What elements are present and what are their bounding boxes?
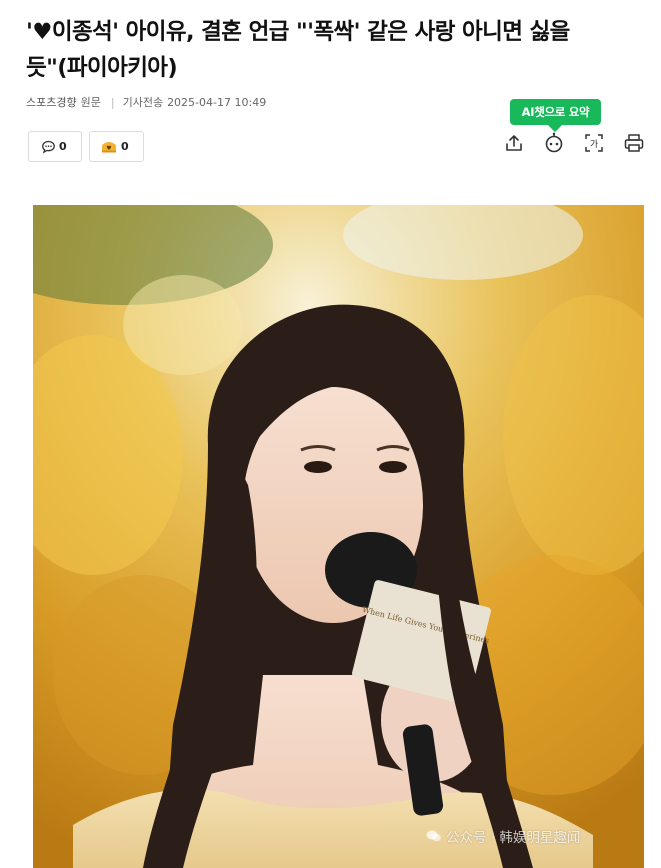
headline-line-1: '♥이종석' 아이유, 결혼 언급 "'폭싹' 같은 사랑 아니면 싫을 xyxy=(26,19,570,45)
reaction-count-button[interactable]: ♥ 0 xyxy=(89,131,144,162)
wechat-logo-icon xyxy=(426,829,442,843)
date-label: 기사전송 xyxy=(122,96,164,109)
photo-illustration: When Life Gives You Tangerines xyxy=(33,205,644,868)
reaction-emoji-icon: ♥ xyxy=(100,139,118,154)
svg-text:♥: ♥ xyxy=(106,145,111,152)
meta-divider: | xyxy=(110,95,115,109)
svg-text:가: 가 xyxy=(590,139,598,150)
share-button[interactable] xyxy=(501,132,527,158)
text-size-icon: 가 xyxy=(583,132,605,158)
comment-icon xyxy=(41,140,56,154)
ai-bot-icon xyxy=(543,132,565,158)
article-headline: '♥이종석' 아이유, 결혼 언급 "'폭싹' 같은 사랑 아니면 싫을 듯"(… xyxy=(26,14,646,86)
article-datetime: 2025-04-17 10:49 xyxy=(167,95,267,109)
print-button[interactable] xyxy=(621,132,647,158)
article-photo: When Life Gives You Tangerines xyxy=(33,205,644,868)
reaction-count: 0 xyxy=(121,140,129,153)
watermark-text: 公众号 · 韩娱明星趣闻 xyxy=(446,830,581,846)
source-name[interactable]: 스포츠경향 xyxy=(26,94,77,110)
ai-bot-button[interactable] xyxy=(541,132,567,158)
text-size-button[interactable]: 가 xyxy=(581,132,607,158)
comment-count: 0 xyxy=(59,140,67,153)
source-link[interactable]: 원문 xyxy=(81,94,101,110)
print-icon xyxy=(623,132,645,158)
share-icon xyxy=(504,133,524,157)
article-meta: 스포츠경향 원문 | 기사전송 2025-04-17 10:49 xyxy=(26,94,266,110)
ai-summary-badge[interactable]: AI챗으로 요약 xyxy=(510,99,601,125)
comment-count-button[interactable]: 0 xyxy=(28,131,82,162)
ai-summary-label: AI챗으로 요약 xyxy=(521,105,590,119)
watermark: 公众号 · 韩娱明星趣闻 xyxy=(426,826,580,846)
headline-line-2: 듯"(파이아키아) xyxy=(26,55,178,81)
